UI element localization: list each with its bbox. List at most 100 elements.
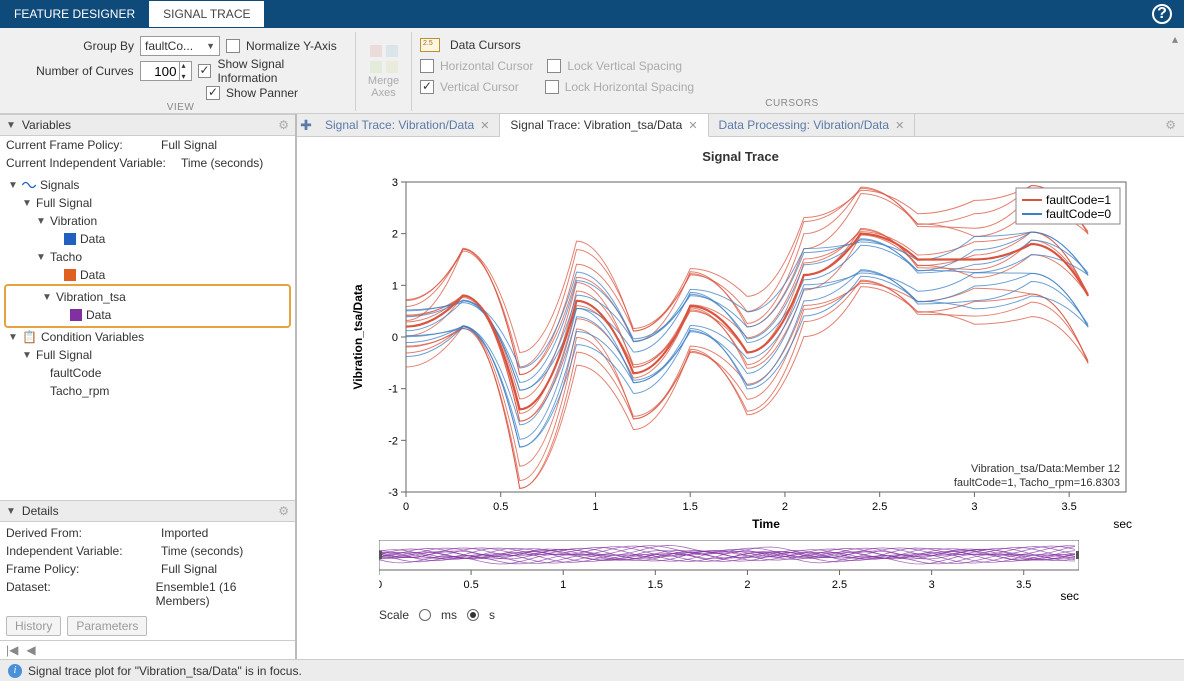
vertical-cursor-checkbox — [420, 80, 434, 94]
svg-text:1: 1 — [592, 501, 598, 513]
svg-text:1: 1 — [560, 579, 566, 591]
details-derived-v: Imported — [161, 526, 208, 540]
scale-ms-radio[interactable] — [419, 609, 431, 621]
lock-horizontal-checkbox — [545, 80, 559, 94]
doc-tab-3[interactable]: Data Processing: Vibration/Data✕ — [709, 114, 916, 136]
num-curves-spinner[interactable] — [140, 61, 192, 81]
lock-vertical-checkbox — [547, 59, 561, 73]
signal-trace-chart[interactable]: -3-2-1012300.511.522.533.5TimesecVibrati… — [346, 172, 1136, 532]
tree-tacho[interactable]: ▼Tacho — [0, 248, 295, 266]
frame-policy-k: Current Frame Policy: — [6, 138, 161, 152]
group-by-dropdown[interactable]: faultCo... — [140, 36, 220, 56]
gear-icon[interactable]: ⚙ — [278, 118, 289, 132]
svg-text:1: 1 — [391, 280, 397, 292]
details-header[interactable]: ▼ Details ⚙ — [0, 500, 295, 522]
tree-tacho-data[interactable]: Data — [0, 266, 295, 284]
svg-text:0: 0 — [391, 332, 397, 344]
main-tabstrip: FEATURE DESIGNER SIGNAL TRACE ? — [0, 0, 1184, 28]
parameters-button[interactable]: Parameters — [67, 616, 147, 636]
plot-area: Signal Trace -3-2-1012300.511.522.533.5T… — [297, 137, 1184, 659]
svg-text:0.5: 0.5 — [493, 501, 508, 513]
close-icon[interactable]: ✕ — [480, 120, 489, 132]
svg-text:3: 3 — [391, 177, 397, 189]
left-panel: ▼ Variables ⚙ Current Frame Policy: Full … — [0, 114, 297, 659]
details-title: Details — [22, 504, 59, 518]
status-bar: i Signal trace plot for "Vibration_tsa/D… — [0, 659, 1184, 681]
details-fp-v: Full Signal — [161, 562, 217, 576]
svg-text:0.5: 0.5 — [463, 579, 478, 591]
show-signal-info-checkbox[interactable] — [198, 64, 212, 78]
normalize-y-checkbox[interactable] — [226, 39, 240, 53]
tab-signal-trace[interactable]: SIGNAL TRACE — [149, 1, 264, 27]
data-cursors-button[interactable]: Data Cursors — [450, 38, 521, 52]
details-ds-k: Dataset: — [6, 580, 156, 608]
history-button[interactable]: History — [6, 616, 61, 636]
new-plot-icon[interactable]: ✚ — [297, 117, 315, 134]
variables-header[interactable]: ▼ Variables ⚙ — [0, 114, 295, 136]
square-orange-icon — [64, 269, 76, 281]
scale-s-radio[interactable] — [467, 609, 479, 621]
svg-text:sec: sec — [1113, 517, 1132, 531]
clipboard-icon: 📋 — [22, 330, 37, 344]
indep-var-v: Time (seconds) — [181, 156, 263, 170]
scale-label: Scale — [379, 608, 409, 622]
gear-icon[interactable]: ⚙ — [278, 504, 289, 518]
doc-tab-1[interactable]: Signal Trace: Vibration/Data✕ — [315, 114, 500, 136]
square-purple-icon — [70, 309, 82, 321]
svg-text:3.5: 3.5 — [1016, 579, 1031, 591]
tree-vibration-tsa[interactable]: ▼Vibration_tsa — [6, 288, 289, 306]
details-ds-v: Ensemble1 (16 Members) — [156, 580, 289, 608]
scale-s-label: s — [489, 608, 495, 622]
tree-vibration-tsa-data[interactable]: Data — [6, 306, 289, 324]
close-icon[interactable]: ✕ — [688, 120, 697, 132]
tree-full-signal[interactable]: ▼Full Signal — [0, 194, 295, 212]
close-icon[interactable]: ✕ — [895, 120, 904, 132]
view-group: Group By faultCo... Normalize Y-Axis Num… — [6, 32, 356, 111]
tree-condition-vars[interactable]: ▼📋Condition Variables — [0, 328, 295, 346]
show-panner-checkbox[interactable] — [206, 86, 220, 100]
document-tabs: ✚ Signal Trace: Vibration/Data✕ Signal T… — [297, 114, 1184, 137]
tree-tacho-rpm[interactable]: Tacho_rpm — [0, 382, 295, 400]
signal-icon — [22, 180, 36, 190]
tree-faultcode[interactable]: faultCode — [0, 364, 295, 382]
nav-first-icon[interactable]: |◀ — [6, 643, 18, 657]
show-signal-info-label: Show Signal Information — [217, 57, 347, 85]
variables-title: Variables — [22, 118, 71, 132]
tab-feature-designer[interactable]: FEATURE DESIGNER — [0, 1, 149, 27]
svg-text:2: 2 — [744, 579, 750, 591]
details-indep-v: Time (seconds) — [161, 544, 243, 558]
help-icon[interactable]: ? — [1152, 4, 1172, 24]
square-blue-icon — [64, 233, 76, 245]
nav-prev-icon[interactable]: ◀ — [26, 643, 35, 657]
data-cursors-icon — [420, 38, 440, 52]
gear-icon[interactable]: ⚙ — [1157, 118, 1184, 132]
collapse-icon[interactable]: ▼ — [6, 120, 16, 131]
num-curves-label: Number of Curves — [14, 64, 134, 78]
svg-text:faultCode=0: faultCode=0 — [1046, 207, 1111, 221]
normalize-y-label: Normalize Y-Axis — [246, 39, 337, 53]
details-indep-k: Independent Variable: — [6, 544, 161, 558]
svg-text:Time: Time — [752, 517, 780, 531]
details-body: Derived From:Imported Independent Variab… — [0, 522, 295, 612]
panner[interactable]: 00.511.522.533.5sec — [379, 540, 1142, 600]
merge-axes-icon — [370, 45, 398, 73]
tree-signals[interactable]: ▼ Signals — [0, 176, 295, 194]
plot-title: Signal Trace — [309, 149, 1172, 164]
svg-text:0: 0 — [402, 501, 408, 513]
details-fp-k: Frame Policy: — [6, 562, 161, 576]
svg-text:2.5: 2.5 — [872, 501, 887, 513]
collapse-icon[interactable]: ▼ — [6, 506, 16, 517]
tree-vibration-data[interactable]: Data — [0, 230, 295, 248]
collapse-toolstrip-icon[interactable]: ▴ — [1172, 32, 1178, 46]
view-group-label: VIEW — [14, 102, 347, 113]
doc-tab-2[interactable]: Signal Trace: Vibration_tsa/Data✕ — [500, 114, 708, 137]
svg-text:sec: sec — [1060, 589, 1079, 600]
lock-vertical-label: Lock Vertical Spacing — [567, 59, 682, 73]
merge-axes-group: Merge Axes — [356, 32, 412, 111]
show-panner-label: Show Panner — [226, 86, 298, 100]
info-icon: i — [8, 664, 22, 678]
tree-cond-full-signal[interactable]: ▼Full Signal — [0, 346, 295, 364]
nav-footer: |◀ ◀ — [0, 640, 295, 659]
svg-text:3.5: 3.5 — [1061, 501, 1076, 513]
tree-vibration[interactable]: ▼Vibration — [0, 212, 295, 230]
